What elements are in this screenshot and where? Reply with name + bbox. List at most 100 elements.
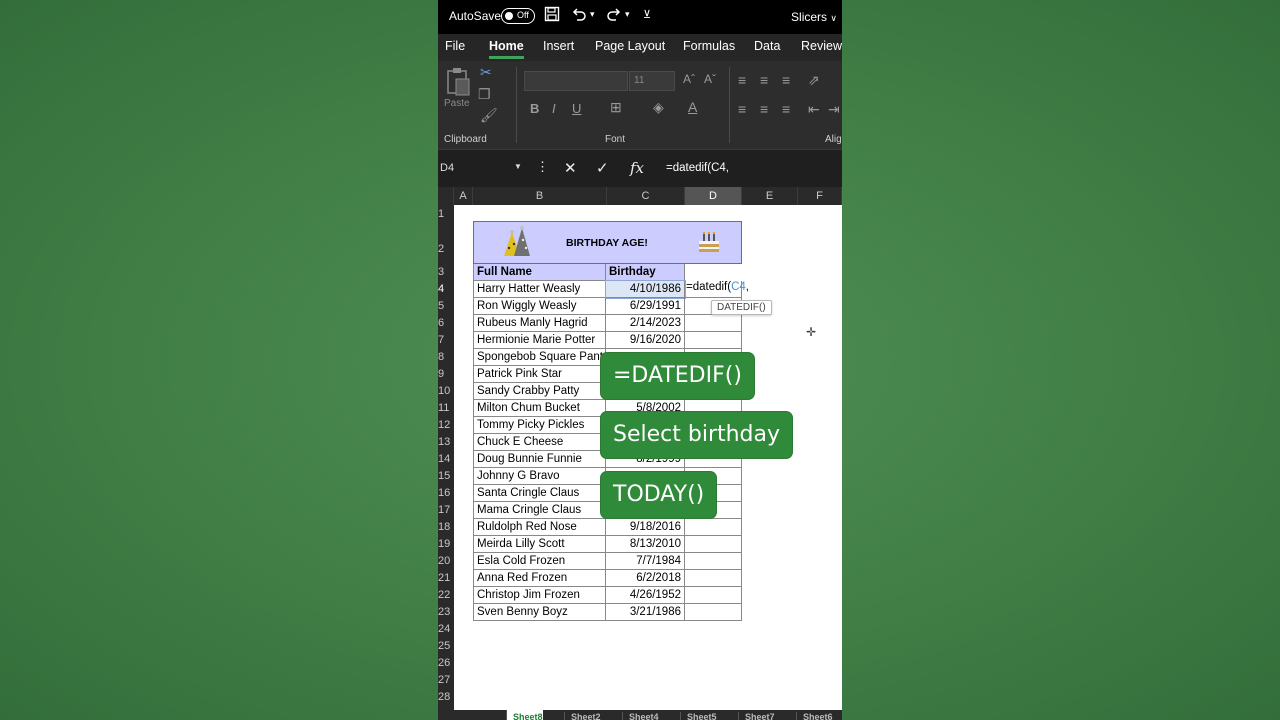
slicers-label[interactable]: Slicers ∨ <box>791 10 837 24</box>
undo-dropdown-icon[interactable]: ▾ <box>590 9 595 20</box>
orientation-icon[interactable]: ⇗ <box>808 72 820 89</box>
align-bottom-icon[interactable]: ≡ <box>782 72 790 88</box>
row-header-2[interactable]: 2 <box>438 243 454 255</box>
column-header-f[interactable]: F <box>798 187 842 205</box>
name-cell[interactable]: Ruldolph Red Nose <box>473 519 606 536</box>
redo-dropdown-icon[interactable]: ▾ <box>625 9 630 20</box>
birthday-cell[interactable]: 7/7/1984 <box>606 553 685 570</box>
name-cell[interactable]: Hermionie Marie Potter <box>473 332 606 349</box>
birthday-cell[interactable]: 6/29/1991 <box>606 298 685 315</box>
age-cell[interactable] <box>685 536 742 553</box>
paste-icon[interactable] <box>445 67 471 100</box>
name-cell[interactable]: Johnny G Bravo <box>473 468 606 485</box>
row-header-25[interactable]: 25 <box>438 640 454 652</box>
age-cell[interactable] <box>685 570 742 587</box>
sheet-tab-sheet6[interactable]: Sheet6 <box>796 712 833 720</box>
sheet-tab-sheet5[interactable]: Sheet5 <box>680 712 717 720</box>
name-cell[interactable]: Esla Cold Frozen <box>473 553 606 570</box>
tab-home[interactable]: Home <box>489 39 524 59</box>
column-header-c[interactable]: C <box>607 187 685 205</box>
birthday-cell[interactable]: 6/2/2018 <box>606 570 685 587</box>
chevron-down-icon[interactable]: ▼ <box>514 162 522 171</box>
fill-color-icon[interactable]: ◈ <box>653 99 664 116</box>
borders-icon[interactable]: ⊞ <box>610 99 622 116</box>
save-icon[interactable] <box>544 6 560 27</box>
align-middle-icon[interactable]: ≡ <box>760 72 768 88</box>
redo-icon[interactable] <box>606 6 622 27</box>
align-right-icon[interactable]: ≡ <box>782 101 790 117</box>
row-header-23[interactable]: 23 <box>438 606 454 618</box>
decrease-font-icon[interactable]: Aˇ <box>704 72 716 86</box>
row-header-19[interactable]: 19 <box>438 538 454 550</box>
insert-function-icon[interactable]: fx <box>630 159 644 177</box>
formula-input[interactable]: =datedif(C4, <box>666 162 729 174</box>
row-header-13[interactable]: 13 <box>438 436 454 448</box>
row-header-6[interactable]: 6 <box>438 317 454 329</box>
name-box[interactable]: D4 <box>440 162 454 174</box>
row-header-1[interactable]: 1 <box>438 208 454 220</box>
undo-icon[interactable] <box>571 6 587 27</box>
name-cell[interactable]: Spongebob Square Pant <box>473 349 606 366</box>
tab-page-layout[interactable]: Page Layout <box>595 39 665 53</box>
select-all-corner[interactable] <box>438 187 454 205</box>
customize-toolbar-icon[interactable]: ⊻ <box>643 8 651 21</box>
age-cell[interactable] <box>685 604 742 621</box>
cut-icon[interactable]: ✂ <box>480 64 492 81</box>
name-cell[interactable]: Harry Hatter Weasly <box>473 281 606 298</box>
age-cell[interactable] <box>685 315 742 332</box>
underline-icon[interactable]: U <box>572 101 581 116</box>
align-left-icon[interactable]: ≡ <box>738 101 746 117</box>
name-cell[interactable]: Doug Bunnie Funnie <box>473 451 606 468</box>
worksheet-grid[interactable]: BIRTHDAY AGE! Full Name Birthday Harry H… <box>454 205 842 715</box>
row-header-21[interactable]: 21 <box>438 572 454 584</box>
italic-icon[interactable]: I <box>552 101 556 116</box>
align-top-icon[interactable]: ≡ <box>738 72 746 88</box>
row-header-20[interactable]: 20 <box>438 555 454 567</box>
row-header-3[interactable]: 3 <box>438 266 454 278</box>
header-age[interactable] <box>685 264 742 281</box>
column-header-a[interactable]: A <box>454 187 473 205</box>
tab-file[interactable]: File <box>445 39 465 53</box>
copy-icon[interactable]: ❐ <box>478 86 491 103</box>
sheet-tab-sheet8[interactable]: Sheet8 <box>506 710 543 720</box>
name-cell[interactable]: Mama Cringle Claus <box>473 502 606 519</box>
row-header-15[interactable]: 15 <box>438 470 454 482</box>
row-header-8[interactable]: 8 <box>438 351 454 363</box>
font-color-icon[interactable]: A <box>688 99 697 115</box>
row-header-5[interactable]: 5 <box>438 300 454 312</box>
increase-font-icon[interactable]: Aˆ <box>683 72 695 86</box>
birthday-cell[interactable]: 2/14/2023 <box>606 315 685 332</box>
font-size-box[interactable]: 11 <box>629 71 675 91</box>
birthday-cell[interactable]: 9/16/2020 <box>606 332 685 349</box>
name-cell[interactable]: Anna Red Frozen <box>473 570 606 587</box>
enter-icon[interactable]: ✓ <box>596 159 609 177</box>
row-header-22[interactable]: 22 <box>438 589 454 601</box>
row-header-18[interactable]: 18 <box>438 521 454 533</box>
row-header-4[interactable]: 4 <box>438 283 454 295</box>
name-cell[interactable]: Ron Wiggly Weasly <box>473 298 606 315</box>
row-header-26[interactable]: 26 <box>438 657 454 669</box>
birthday-cell[interactable]: 3/21/1986 <box>606 604 685 621</box>
birthday-cell[interactable]: 4/10/1986 <box>605 280 686 299</box>
editing-cell-d4[interactable]: =datedif(C4, <box>686 281 749 293</box>
column-header-d[interactable]: D <box>685 187 742 205</box>
align-center-icon[interactable]: ≡ <box>760 101 768 117</box>
name-cell[interactable]: Santa Cringle Claus <box>473 485 606 502</box>
name-cell[interactable]: Tommy Picky Pickles <box>473 417 606 434</box>
name-cell[interactable]: Sandy Crabby Patty <box>473 383 606 400</box>
row-header-12[interactable]: 12 <box>438 419 454 431</box>
outdent-icon[interactable]: ⇥ <box>828 101 840 118</box>
sheet-tab-sheet7[interactable]: Sheet7 <box>738 712 775 720</box>
format-painter-icon[interactable]: 🖌 <box>480 107 498 124</box>
name-cell[interactable]: Patrick Pink Star <box>473 366 606 383</box>
row-header-11[interactable]: 11 <box>438 402 454 414</box>
tab-review[interactable]: Review <box>801 39 842 53</box>
header-birthday[interactable]: Birthday <box>606 264 685 281</box>
birthday-cell[interactable]: 8/13/2010 <box>606 536 685 553</box>
row-header-24[interactable]: 24 <box>438 623 454 635</box>
name-cell[interactable]: Rubeus Manly Hagrid <box>473 315 606 332</box>
row-header-7[interactable]: 7 <box>438 334 454 346</box>
age-cell[interactable] <box>685 519 742 536</box>
row-header-14[interactable]: 14 <box>438 453 454 465</box>
age-cell[interactable] <box>685 587 742 604</box>
